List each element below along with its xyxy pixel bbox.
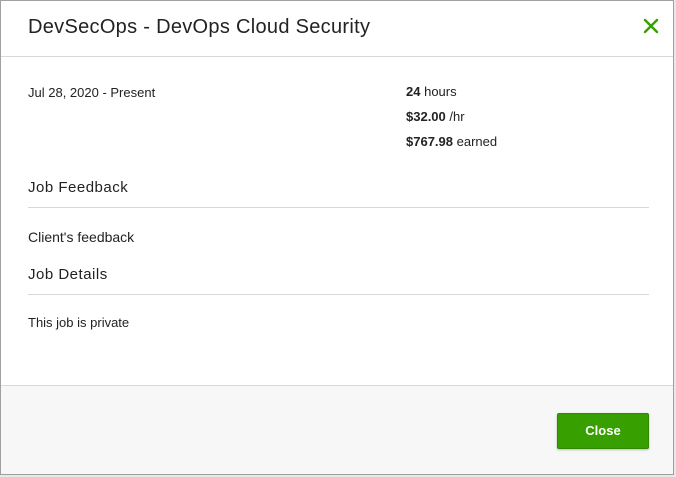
job-date-range: Jul 28, 2020 - Present bbox=[28, 85, 156, 100]
job-details-heading: Job Details bbox=[28, 266, 108, 283]
divider bbox=[28, 207, 649, 208]
client-feedback-label: Client's feedback bbox=[28, 229, 135, 245]
modal-title: DevSecOps - DevOps Cloud Security bbox=[28, 16, 371, 38]
earned-stat: $767.98 earned bbox=[406, 135, 497, 160]
earned-label: earned bbox=[456, 134, 498, 149]
rate-value: $32.00 bbox=[406, 109, 446, 124]
modal-header: DevSecOps - DevOps Cloud Security bbox=[1, 1, 673, 57]
rate-label: /hr bbox=[449, 109, 465, 124]
job-feedback-heading: Job Feedback bbox=[28, 179, 129, 196]
rate-stat: $32.00 /hr bbox=[406, 110, 497, 135]
job-details-modal: DevSecOps - DevOps Cloud Security Jul 28… bbox=[0, 0, 674, 475]
modal-footer: Close bbox=[1, 385, 673, 474]
close-button[interactable]: Close bbox=[557, 413, 649, 449]
earned-value: $767.98 bbox=[406, 134, 453, 149]
hours-stat: 24 hours bbox=[406, 85, 497, 110]
hours-label: hours bbox=[424, 84, 457, 99]
job-privacy-text: This job is private bbox=[28, 315, 130, 330]
job-stats: 24 hours $32.00 /hr $767.98 earned bbox=[406, 85, 497, 160]
divider bbox=[28, 294, 649, 295]
close-icon[interactable] bbox=[642, 17, 660, 35]
hours-value: 24 bbox=[406, 84, 421, 99]
